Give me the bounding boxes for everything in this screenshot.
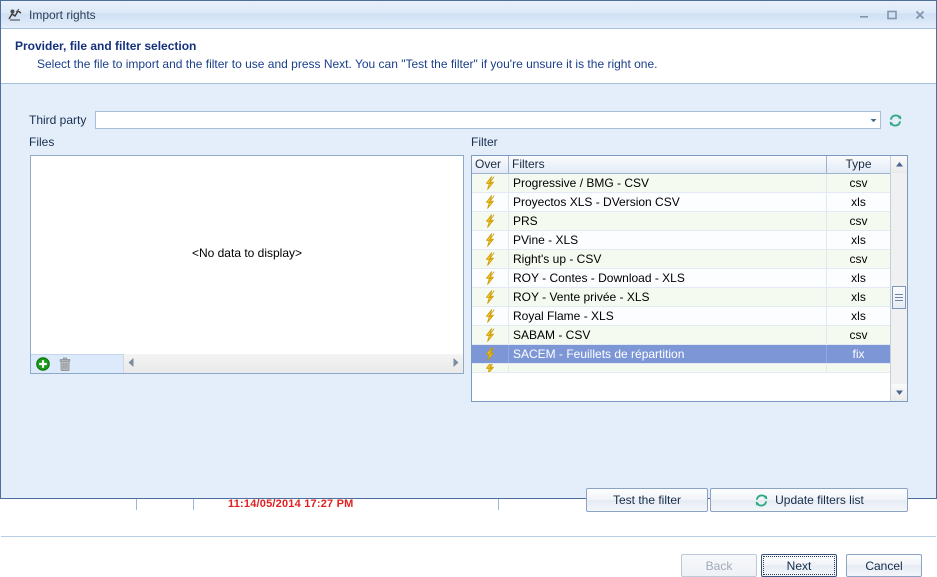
filter-name-cell: Progressive / BMG - CSV [509, 174, 827, 192]
title-bar[interactable]: Import rights [1, 1, 936, 29]
table-row[interactable]: SACEM - Feuillets de répartition fix [472, 345, 890, 364]
filter-name-cell: SACEM - Feuillets de répartition [509, 345, 827, 363]
lightning-icon [472, 364, 509, 372]
lightning-icon [472, 250, 509, 268]
table-row[interactable]: ROY - Vente privée - XLS xls [472, 288, 890, 307]
table-row[interactable]: PVine - XLS xls [472, 231, 890, 250]
filter-name-cell: Right's up - CSV [509, 250, 827, 268]
filter-grid-columns: Over Filters Type Progressive / BMG - CS… [472, 156, 890, 401]
footer-separator [1, 536, 936, 537]
filter-type-cell [827, 364, 890, 372]
window-title: Import rights [29, 7, 96, 22]
import-rights-dialog: Import rights Provider, file and filter … [0, 0, 937, 577]
filter-name-cell: Royal Flame - XLS [509, 307, 827, 325]
update-filters-list-label: Update filters list [775, 493, 864, 507]
lightning-icon [472, 345, 509, 363]
chevron-down-icon[interactable] [866, 112, 880, 128]
trash-icon[interactable] [55, 356, 75, 373]
cancel-button[interactable]: Cancel [846, 554, 922, 577]
import-rights-icon [7, 7, 23, 23]
refresh-icon[interactable] [884, 111, 906, 129]
back-button[interactable]: Back [681, 554, 757, 577]
header-band: Provider, file and filter selection Sele… [1, 29, 936, 84]
lightning-icon [472, 231, 509, 249]
scrollbar-thumb[interactable] [892, 286, 906, 309]
filter-name-cell: ROY - Contes - Download - XLS [509, 269, 827, 287]
table-row[interactable]: Proyectos XLS - DVersion CSV xls [472, 193, 890, 212]
files-panel[interactable]: <No data to display> [30, 155, 464, 374]
filter-name-cell: ROY - Vente privée - XLS [509, 288, 827, 306]
scrollbar-grip-icon [895, 292, 903, 303]
triangle-down-icon[interactable] [891, 384, 907, 401]
third-party-label: Third party [29, 113, 87, 127]
maximize-icon[interactable] [878, 5, 906, 25]
table-row[interactable]: Progressive / BMG - CSV csv [472, 174, 890, 193]
column-header-filters[interactable]: Filters [509, 156, 827, 173]
backdrop-red-text: 11:14/05/2014 17:27 PM [228, 498, 354, 510]
files-empty-text: <No data to display> [191, 246, 303, 260]
filter-vertical-scrollbar[interactable] [890, 156, 907, 401]
backdrop-grid-line [136, 498, 137, 510]
lightning-icon [472, 212, 509, 230]
lightning-icon [472, 269, 509, 287]
close-icon[interactable] [906, 5, 934, 25]
filter-type-cell: csv [849, 252, 868, 266]
table-row[interactable]: Right's up - CSV csv [472, 250, 890, 269]
dialog-body: Third party Files Filter <No data to dis… [1, 84, 936, 577]
test-the-filter-label: Test the filter [612, 493, 682, 507]
page-title: Provider, file and filter selection [15, 39, 197, 53]
table-row[interactable]: ROY - Contes - Download - XLS xls [472, 269, 890, 288]
filter-type-cell: xls [851, 271, 866, 285]
files-label: Files [29, 135, 55, 149]
filter-name-cell: PVine - XLS [509, 231, 827, 249]
backdrop-grid-line [498, 498, 499, 510]
filter-name-cell: SABAM - CSV [509, 326, 827, 344]
backdrop-grid-line [193, 498, 194, 510]
cancel-label: Cancel [865, 558, 903, 573]
column-header-type[interactable]: Type [827, 156, 890, 173]
filter-type-cell: csv [849, 214, 868, 228]
lightning-icon [472, 288, 509, 306]
filter-type-cell: xls [851, 309, 866, 323]
filter-grid-header: Over Filters Type [472, 156, 890, 174]
table-row[interactable]: Royal Flame - XLS xls [472, 307, 890, 326]
lightning-icon [472, 326, 509, 344]
lightning-icon [472, 193, 509, 211]
triangle-right-icon[interactable] [451, 357, 460, 371]
back-label: Back [705, 558, 733, 573]
page-subtitle: Select the file to import and the filter… [37, 57, 658, 71]
third-party-row: Third party [1, 110, 936, 130]
update-filters-list-button[interactable]: Update filters list [710, 488, 908, 512]
lightning-icon [472, 307, 509, 325]
filter-name-cell: Proyectos XLS - DVersion CSV [509, 193, 827, 211]
files-horizontal-scrollbar[interactable] [123, 354, 463, 373]
files-toolbar [31, 354, 463, 373]
triangle-left-icon[interactable] [127, 357, 136, 371]
filter-label: Filter [471, 135, 498, 149]
refresh-icon [754, 493, 769, 508]
next-button[interactable]: Next [761, 554, 837, 577]
filter-type-cell: xls [851, 195, 866, 209]
filter-grid-body: Progressive / BMG - CSV csv Proyectos XLS … [472, 174, 890, 401]
filter-name-cell [509, 364, 827, 372]
filter-type-cell: xls [851, 290, 866, 304]
filter-name-cell: PRS [509, 212, 827, 230]
add-icon[interactable] [33, 356, 53, 373]
test-the-filter-button[interactable]: Test the filter [586, 488, 708, 512]
minimize-icon[interactable] [850, 5, 878, 25]
filter-grid[interactable]: Over Filters Type Progressive / BMG - CS… [471, 155, 908, 402]
filter-type-cell: xls [851, 233, 866, 247]
third-party-combo[interactable] [95, 111, 881, 129]
third-party-input[interactable] [96, 113, 866, 127]
next-label: Next [786, 558, 812, 573]
filter-type-cell: csv [849, 176, 868, 190]
table-row[interactable] [472, 364, 890, 373]
filter-type-cell: fix [852, 347, 865, 361]
filter-type-cell: csv [849, 328, 868, 342]
triangle-up-icon[interactable] [891, 156, 907, 173]
column-header-over[interactable]: Over [472, 156, 509, 173]
lightning-icon [472, 174, 509, 192]
table-row[interactable]: SABAM - CSV csv [472, 326, 890, 345]
table-row[interactable]: PRS csv [472, 212, 890, 231]
